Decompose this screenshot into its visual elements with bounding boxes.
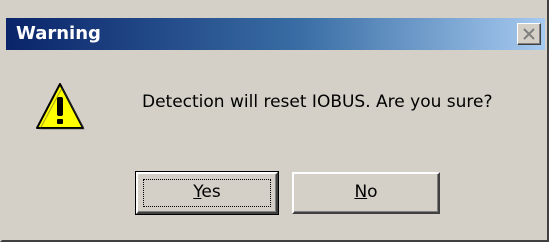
close-icon [523, 28, 535, 40]
no-accelerator: N [354, 182, 368, 202]
close-button[interactable] [517, 23, 541, 45]
yes-button[interactable]: Yes [135, 171, 279, 215]
warning-dialog: Warning Detection will reset IOBUS. Are … [0, 0, 549, 242]
title-bar[interactable]: Warning [6, 18, 545, 50]
warning-icon [36, 83, 85, 130]
no-button[interactable]: No [292, 172, 440, 214]
message-text: Detection will reset IOBUS. Are you sure… [142, 92, 493, 112]
yes-label-rest: es [201, 182, 221, 202]
yes-button-label: Yes [193, 182, 220, 202]
window-title: Warning [16, 23, 101, 44]
no-button-label: No [354, 182, 377, 202]
no-label-rest: o [367, 182, 378, 202]
